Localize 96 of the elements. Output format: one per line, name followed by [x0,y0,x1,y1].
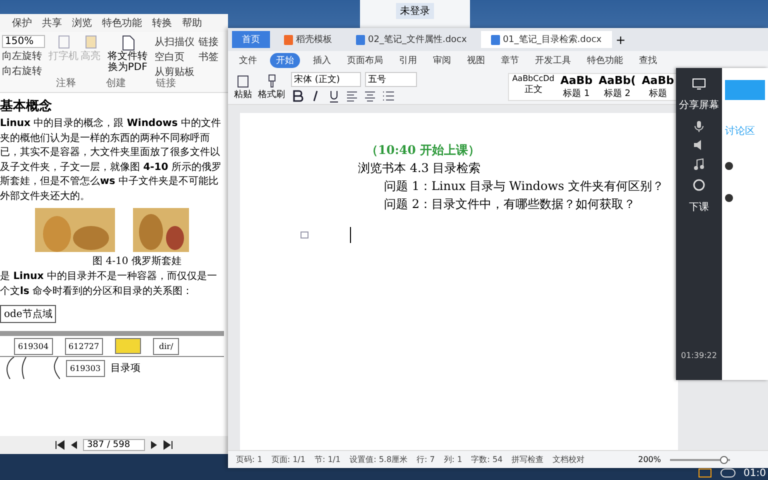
arrows-drawing [4,357,60,379]
link-button[interactable]: 链接 [198,35,219,49]
rotate-button[interactable]: 向左旋转 [2,49,45,63]
document-tab[interactable]: 稻壳模板 [274,31,342,48]
text-cursor [350,227,351,243]
menu-tab[interactable]: 引用 [396,53,420,68]
menu-item[interactable]: 转换 [152,16,172,30]
status-item: 列: 1 [444,454,462,465]
font-field[interactable]: 宋体 (正文) [291,72,361,86]
monitor-icon[interactable] [692,78,706,90]
paragraph: 是 Linux 中的目录并不是一种容器，而仅仅是一个文ls 命令时看到的分区和目录的关系图： [0,270,218,298]
menu-tab[interactable]: 页面布局 [344,53,386,68]
style-preset[interactable]: AaBb 标题 1 [557,74,596,100]
style-preset[interactable]: AaBbCcDd 正文 [509,74,558,100]
font-size-field[interactable]: 五号 [364,72,417,86]
menu-tab[interactable]: 插入 [310,53,334,68]
status-item: 页面: 1/1 [271,454,306,465]
group-label: 链接 [156,76,176,90]
menu-tab[interactable]: 特色功能 [584,53,626,68]
music-note-icon[interactable] [694,158,704,170]
style-preset[interactable]: AaBb( 标题 2 [596,74,639,100]
create-button[interactable]: 从扫描仪 [154,35,195,49]
menu-item[interactable]: 特色功能 [102,16,142,30]
menu-item[interactable]: 保护 [12,16,32,30]
clock: 01:0 [744,468,766,478]
diagram-label: ode节点域 [0,305,56,323]
avatar-icon [725,194,733,202]
avatar-icon [725,162,733,170]
style-preset[interactable]: AaBb 标题 [638,74,677,100]
document-icon [120,35,135,51]
status-item: 设置值: 5.8厘米 [350,454,408,465]
document-tab[interactable]: 02_笔记_文件属性.docx [346,31,477,48]
diagram-cell: dir/ [153,338,180,354]
status-item: 文档校对 [552,454,585,465]
paste-button[interactable]: 粘贴 [234,74,252,100]
document-line: （10:40 开始上课） [365,142,482,159]
menu-item[interactable]: 浏览 [72,16,92,30]
bold-icon[interactable] [291,88,305,102]
align-left-icon[interactable] [345,88,359,102]
menu-tab[interactable]: 开发工具 [532,53,574,68]
group-label: 注释 [56,76,76,90]
diagram-cell: 619304 [14,338,53,354]
timer: 01:39:22 [681,351,717,360]
create-button[interactable]: 空白页 [154,50,195,64]
menu-tab[interactable]: 章节 [498,53,522,68]
link-button[interactable]: 书签 [198,50,219,64]
document-icon [490,34,500,44]
previous-page-icon[interactable] [70,440,78,450]
underline-icon[interactable] [327,88,341,102]
share-screen-button[interactable]: 分享屏幕 [679,98,719,112]
first-page-icon[interactable] [54,440,65,450]
status-item: 行: 7 [416,454,435,465]
document-tab[interactable]: 首页 [232,31,270,48]
list-icon[interactable] [381,88,395,102]
template-icon [284,34,293,44]
group-label: 创建 [106,76,126,90]
status-item: 拼写检查 [512,454,544,465]
section-heading: 基本概念 [0,98,53,115]
menu-tab[interactable]: 查找 [636,53,660,68]
format-painter-button[interactable]: 格式刷 [258,74,285,100]
document-icon [356,34,365,44]
status-item: 字数: 54 [471,454,503,465]
status-item: 页码: 1 [236,454,262,465]
menu-tab[interactable]: 视图 [464,53,488,68]
menu-item[interactable]: 帮助 [182,16,202,30]
zoom-level[interactable]: 200% [638,455,661,464]
end-class-button[interactable]: 下课 [689,200,709,214]
microphone-icon[interactable] [694,120,704,132]
last-page-icon[interactable] [163,440,174,450]
create-button[interactable]: 从剪贴板 [154,65,195,79]
zoom-field[interactable]: 150% [2,35,45,48]
align-center-icon[interactable] [363,88,377,102]
convert-button[interactable]: 将文件转换为PDF [104,35,151,73]
login-status[interactable]: 未登录 [396,3,434,19]
new-tab-button[interactable]: + [616,32,626,46]
menu-tab[interactable]: 审阅 [430,53,454,68]
zoom-slider-thumb[interactable] [720,456,728,464]
document-line: 问题 2：目录文件中，有哪些数据？如何获取？ [383,196,636,213]
menu-tab[interactable]: 开始 [270,53,300,68]
document-tab[interactable]: 01_笔记_目录检索.docx [480,31,612,48]
document-line: 问题 1：Linux 目录与 Windows 文件夹有何区别？ [383,178,665,195]
clipboard-icon [236,74,250,88]
diagram-cell: 612727 [64,338,104,354]
rotate-button[interactable]: 向右旋转 [2,64,45,78]
next-page-icon[interactable] [150,440,158,450]
menu-item[interactable]: 共享 [42,16,62,30]
status-item: 节: 1/1 [314,454,341,465]
document-line: 浏览书本 4.3 目录检索 [358,160,482,177]
paragraph: Linux 中的目录的概念，跟 Windows 中的文件夹的概他们认为是一样的东西的两种不同称呼而已，其实不是容器，大文件夹里面放了很多文件以及子文件夹，子文一层，就像图 4-10 所示的俄罗斯套娃，但是不管怎么ws 中子文件夹是不可能比外部文件夹还大的。 [0,117,222,204]
monitor-icon[interactable] [698,468,712,478]
figure-caption: 图 4-10 俄罗斯套娃 [92,254,182,268]
doll-photo-placeholder [133,208,189,252]
diagram-label: 目录项 [110,362,141,375]
menu-tab[interactable]: 文件 [236,53,260,68]
diagram-cell: 619303 [66,360,105,376]
page-number-field[interactable]: 387 / 598 [82,439,146,451]
